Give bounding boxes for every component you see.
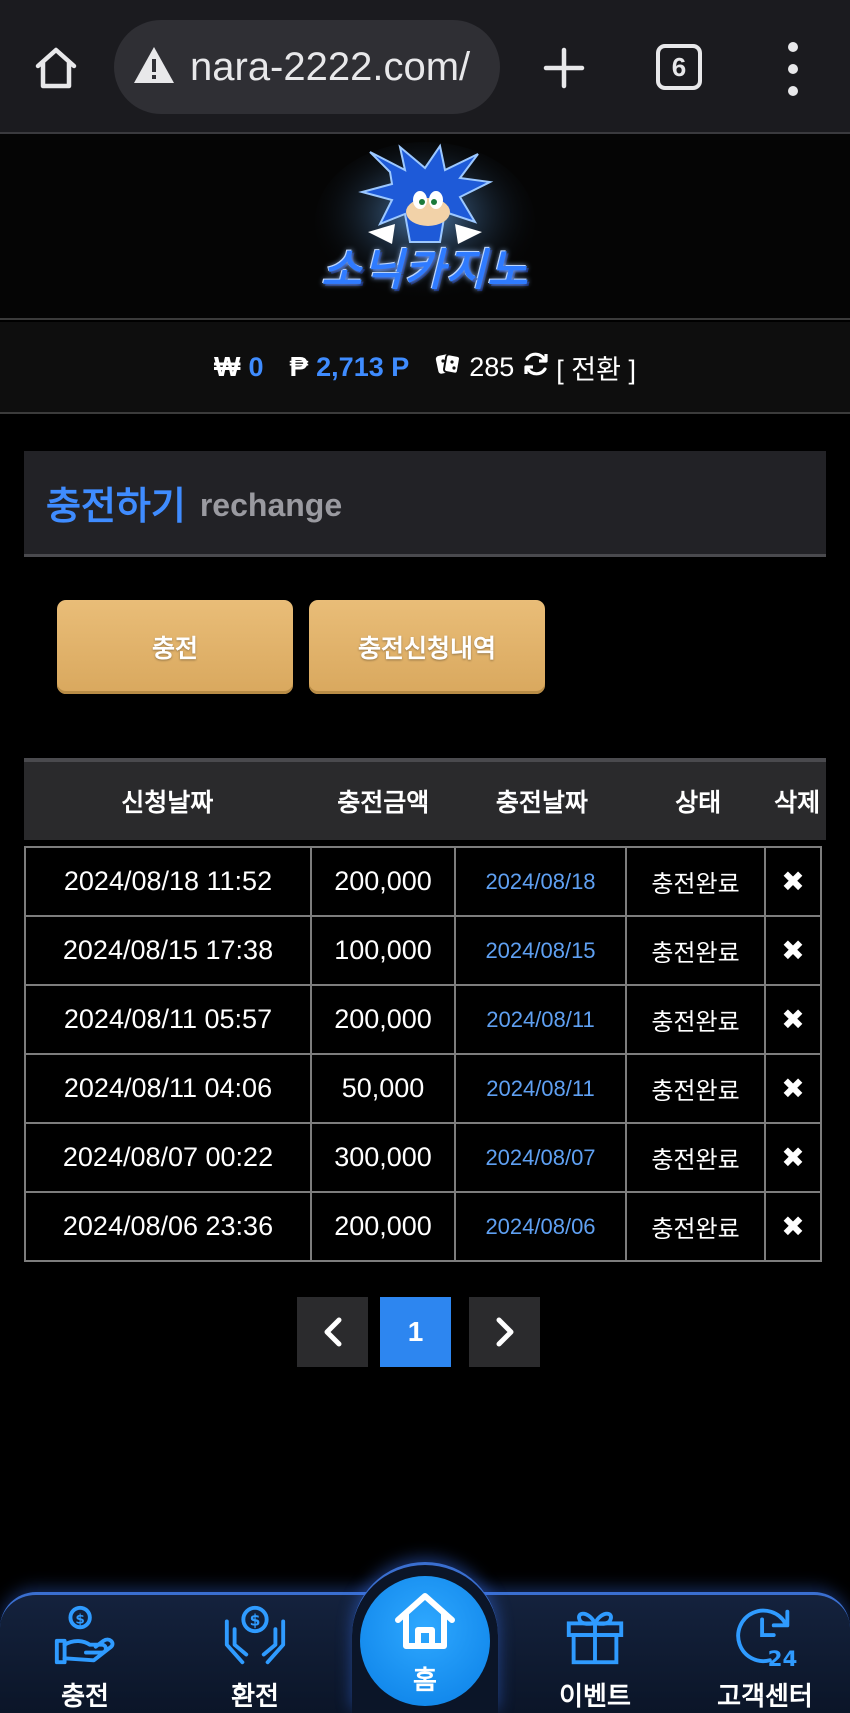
point-balance: 2,713 P	[316, 351, 410, 382]
point-icon: ₱	[289, 351, 309, 382]
svg-text:$: $	[75, 1611, 84, 1627]
gift-icon	[566, 1611, 624, 1665]
col-header-charged-date: 충전날짜	[495, 788, 588, 817]
table-row: 2024/08/18 11:52 200,000 2024/08/18 충전완료…	[24, 846, 826, 917]
nav-event-label: 이벤트	[559, 1682, 631, 1712]
chevron-left-icon	[324, 1317, 341, 1347]
home-icon[interactable]	[28, 40, 84, 96]
requested-date-cell: 2024/08/07 00:22	[24, 1122, 312, 1193]
tab-switcher-button[interactable]: 6	[656, 44, 702, 90]
warning-icon[interactable]	[132, 45, 176, 89]
new-tab-icon[interactable]	[536, 40, 592, 96]
dice-icon	[435, 351, 462, 384]
charge-history-button[interactable]: 충전신청내역	[309, 600, 545, 694]
more-menu-icon[interactable]	[772, 42, 814, 96]
status-cell: 충전완료	[625, 984, 766, 1055]
page-title-korean: 충전하기	[46, 484, 186, 528]
col-header-requested-date: 신청날짜	[121, 788, 214, 817]
page-title: 충전하기 rechange	[24, 451, 826, 557]
col-header-amount: 충전금액	[337, 788, 430, 817]
chevron-right-icon	[496, 1317, 513, 1347]
requested-date-cell: 2024/08/06 23:36	[24, 1191, 312, 1262]
nav-home[interactable]: 홈	[360, 1576, 490, 1706]
next-page-button[interactable]	[469, 1297, 540, 1367]
nav-support-label: 고객센터	[717, 1682, 813, 1712]
address-bar[interactable]: nara-2222.com/	[114, 20, 500, 114]
home-icon	[395, 1593, 455, 1649]
balance-bar: ₩ 0 ₱ 2,713 P 285 [ 전환 ]	[0, 322, 850, 414]
status-cell: 충전완료	[625, 1053, 766, 1124]
charged-date-cell: 2024/08/07	[454, 1122, 627, 1193]
status-cell: 충전완료	[625, 915, 766, 986]
delete-icon[interactable]: ✖	[764, 1053, 822, 1124]
charge-button[interactable]: 충전	[57, 600, 293, 694]
delete-icon[interactable]: ✖	[764, 915, 822, 986]
nav-support[interactable]: 24 고객센터	[695, 1592, 835, 1713]
chip-balance: 285	[469, 351, 515, 382]
won-balance: 0	[248, 351, 264, 382]
refresh-icon[interactable]	[522, 350, 550, 385]
col-header-delete: 삭제	[774, 788, 821, 817]
charged-date-cell: 2024/08/15	[454, 915, 627, 986]
charged-date-cell: 2024/08/06	[454, 1191, 627, 1262]
charge-history-table: 신청날짜 충전금액 충전날짜 상태 삭제 2024/08/18 11:52 20…	[24, 758, 826, 1262]
amount-cell: 200,000	[310, 846, 456, 917]
status-cell: 충전완료	[625, 1191, 766, 1262]
requested-date-cell: 2024/08/18 11:52	[24, 846, 312, 917]
nav-home-label: 홈	[413, 1666, 437, 1696]
charged-date-cell: 2024/08/11	[454, 984, 627, 1055]
table-row: 2024/08/06 23:36 200,000 2024/08/06 충전완료…	[24, 1191, 826, 1262]
hand-coin-icon: $	[54, 1605, 115, 1665]
amount-cell: 100,000	[310, 915, 456, 986]
won-icon: ₩	[214, 351, 241, 382]
amount-cell: 300,000	[310, 1122, 456, 1193]
delete-icon[interactable]: ✖	[764, 1191, 822, 1262]
nav-exchange[interactable]: $ 환전	[185, 1592, 325, 1713]
support-24-icon: 24	[736, 1608, 798, 1670]
amount-cell: 50,000	[310, 1053, 456, 1124]
url-text[interactable]: nara-2222.com/	[190, 45, 470, 90]
page-number-button[interactable]: 1	[380, 1297, 451, 1367]
requested-date-cell: 2024/08/11 04:06	[24, 1053, 312, 1124]
requested-date-cell: 2024/08/15 17:38	[24, 915, 312, 986]
convert-button[interactable]: [ 전환 ]	[556, 348, 636, 387]
table-row: 2024/08/15 17:38 100,000 2024/08/15 충전완료…	[24, 915, 826, 986]
delete-icon[interactable]: ✖	[764, 846, 822, 917]
site-header: 소닉카지노	[0, 134, 850, 320]
col-header-status: 상태	[675, 788, 722, 817]
hands-money-icon: $	[224, 1605, 286, 1665]
site-logo[interactable]: 소닉카지노	[300, 142, 550, 312]
table-row: 2024/08/07 00:22 300,000 2024/08/07 충전완료…	[24, 1122, 826, 1193]
charged-date-cell: 2024/08/11	[454, 1053, 627, 1124]
charged-date-cell: 2024/08/18	[454, 846, 627, 917]
nav-exchange-label: 환전	[231, 1682, 279, 1712]
status-cell: 충전완료	[625, 846, 766, 917]
nav-event[interactable]: 이벤트	[525, 1592, 665, 1713]
table-row: 2024/08/11 04:06 50,000 2024/08/11 충전완료 …	[24, 1053, 826, 1124]
svg-text:24: 24	[768, 1647, 798, 1670]
amount-cell: 200,000	[310, 1191, 456, 1262]
logo-text: 소닉카지노	[321, 245, 529, 296]
status-cell: 충전완료	[625, 1122, 766, 1193]
table-row: 2024/08/11 05:57 200,000 2024/08/11 충전완료…	[24, 984, 826, 1055]
nav-charge-label: 충전	[61, 1682, 109, 1712]
delete-icon[interactable]: ✖	[764, 984, 822, 1055]
svg-text:$: $	[250, 1611, 261, 1629]
nav-charge[interactable]: $ 충전	[15, 1592, 155, 1713]
browser-toolbar: nara-2222.com/ 6	[0, 0, 850, 134]
page-title-english: rechange	[199, 487, 343, 523]
table-header: 신청날짜 충전금액 충전날짜 상태 삭제	[24, 758, 826, 840]
requested-date-cell: 2024/08/11 05:57	[24, 984, 312, 1055]
prev-page-button[interactable]	[297, 1297, 368, 1367]
delete-icon[interactable]: ✖	[764, 1122, 822, 1193]
amount-cell: 200,000	[310, 984, 456, 1055]
